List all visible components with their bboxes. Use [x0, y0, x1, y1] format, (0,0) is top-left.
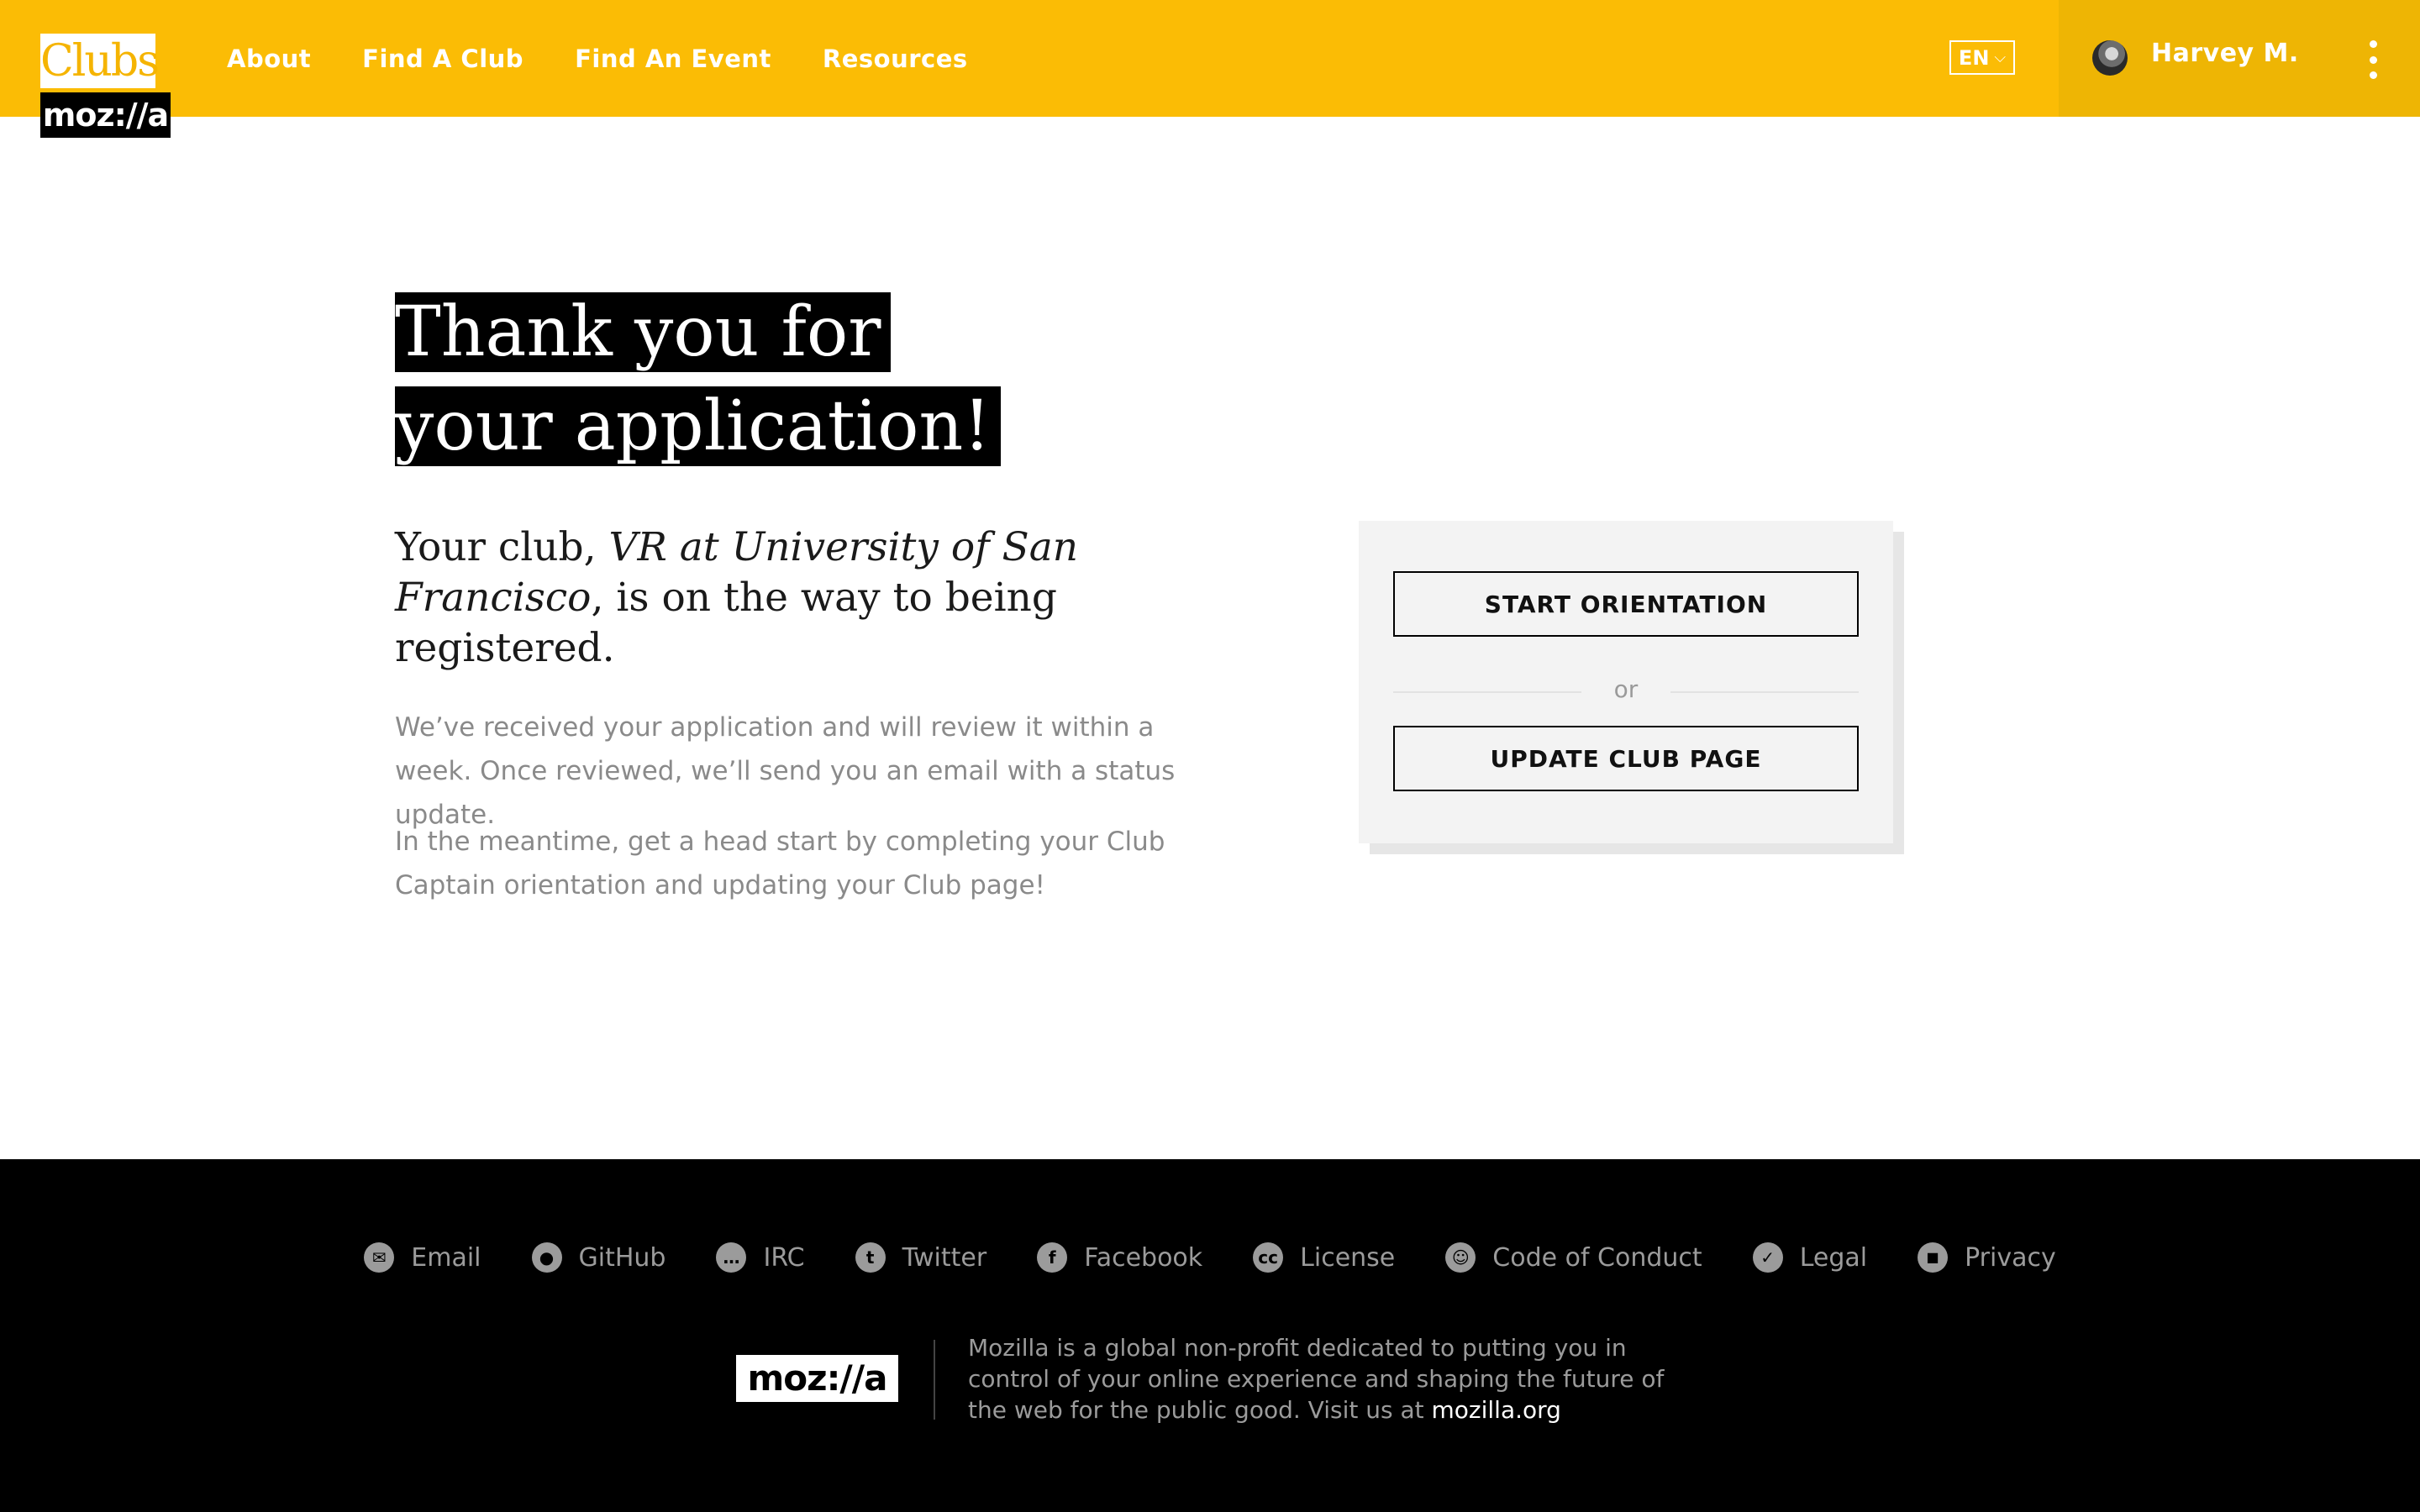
footer-link-label: License	[1300, 1242, 1396, 1273]
footer-mozilla-logo[interactable]: moz://a	[736, 1355, 898, 1402]
chevron-down-icon: ⌵	[1994, 49, 2007, 66]
language-code: EN	[1958, 45, 1990, 70]
page-title: Thank you for your application!	[395, 286, 1034, 474]
review-info-text: We’ve received your application and will…	[395, 712, 1176, 830]
avatar[interactable]	[2092, 40, 2128, 76]
language-selector[interactable]: EN ⌵	[1949, 40, 2015, 75]
footer-link-label: Email	[411, 1242, 481, 1273]
start-orientation-button[interactable]: START ORIENTATION	[1393, 571, 1859, 637]
nav-about[interactable]: About	[227, 45, 311, 73]
footer-link-code-of-conduct[interactable]: ☺ Code of Conduct	[1445, 1242, 1702, 1273]
footer-link-email[interactable]: ✉ Email	[364, 1242, 481, 1273]
footer-link-twitter[interactable]: t Twitter	[855, 1242, 987, 1273]
github-icon: ●	[531, 1242, 562, 1273]
footer-link-label: Code of Conduct	[1492, 1242, 1702, 1273]
or-divider: or	[1393, 670, 1859, 714]
footer-link-label: Facebook	[1084, 1242, 1203, 1273]
footer-link-facebook[interactable]: f Facebook	[1037, 1242, 1202, 1273]
more-options-icon[interactable]	[2368, 40, 2378, 79]
footer-link-label: Legal	[1799, 1242, 1868, 1273]
logo-mozilla-text: moz://a	[40, 92, 171, 138]
footer-link-irc[interactable]: … IRC	[716, 1242, 805, 1273]
lead-prefix: Your club,	[395, 524, 609, 570]
footer-links: ✉ Email ● GitHub … IRC t Twitter f Faceb…	[0, 1236, 2420, 1278]
logo-clubs-text: Clubs	[40, 34, 160, 88]
club-status-message: Your club, VR at University of San Franc…	[395, 522, 1118, 674]
or-label: or	[1613, 675, 1639, 703]
footer-link-github[interactable]: ● GitHub	[531, 1242, 666, 1273]
footer-link-label: Privacy	[1965, 1242, 2056, 1273]
main-nav: About Find A Club Find An Event Resource…	[227, 0, 968, 117]
footer-description: Mozilla is a global non-profit dedicated…	[968, 1332, 1691, 1425]
site-header: Clubs moz://a About Find A Club Find An …	[0, 0, 2420, 138]
chat-bubble-icon: …	[716, 1242, 747, 1273]
update-club-page-button[interactable]: UPDATE CLUB PAGE	[1393, 726, 1859, 791]
footer-link-label: IRC	[763, 1242, 805, 1273]
twitter-icon: t	[855, 1242, 886, 1273]
footer-link-license[interactable]: cc License	[1253, 1242, 1395, 1273]
footer-link-privacy[interactable]: ■ Privacy	[1918, 1242, 2056, 1273]
facebook-icon: f	[1037, 1242, 1068, 1273]
divider-line	[1670, 691, 1859, 693]
smiley-icon: ☺	[1445, 1242, 1476, 1273]
footer-link-label: Twitter	[902, 1242, 987, 1273]
action-card: START ORIENTATION or UPDATE CLUB PAGE	[1359, 521, 1893, 843]
user-menu[interactable]: Harvey M.	[2059, 0, 2420, 117]
mozilla-org-link[interactable]: mozilla.org	[1432, 1396, 1561, 1424]
footer-link-label: GitHub	[578, 1242, 666, 1273]
email-icon: ✉	[364, 1242, 395, 1273]
lock-icon: ■	[1918, 1242, 1949, 1273]
site-footer: ✉ Email ● GitHub … IRC t Twitter f Faceb…	[0, 1159, 2420, 1512]
nav-find-a-club[interactable]: Find A Club	[362, 45, 523, 73]
creative-commons-icon: cc	[1253, 1242, 1284, 1273]
footer-divider	[934, 1340, 935, 1420]
nav-resources[interactable]: Resources	[823, 45, 968, 73]
clubs-mozilla-logo[interactable]: Clubs moz://a	[40, 34, 171, 138]
checkmark-icon: ✓	[1752, 1242, 1783, 1273]
next-steps-text: In the meantime, get a head start by com…	[395, 827, 1165, 900]
footer-link-legal[interactable]: ✓ Legal	[1752, 1242, 1868, 1273]
user-name[interactable]: Harvey M.	[2151, 39, 2299, 68]
nav-find-an-event[interactable]: Find An Event	[575, 45, 771, 73]
page-title-line2: your application!	[395, 386, 1002, 466]
page-title-line1: Thank you for	[395, 292, 892, 372]
